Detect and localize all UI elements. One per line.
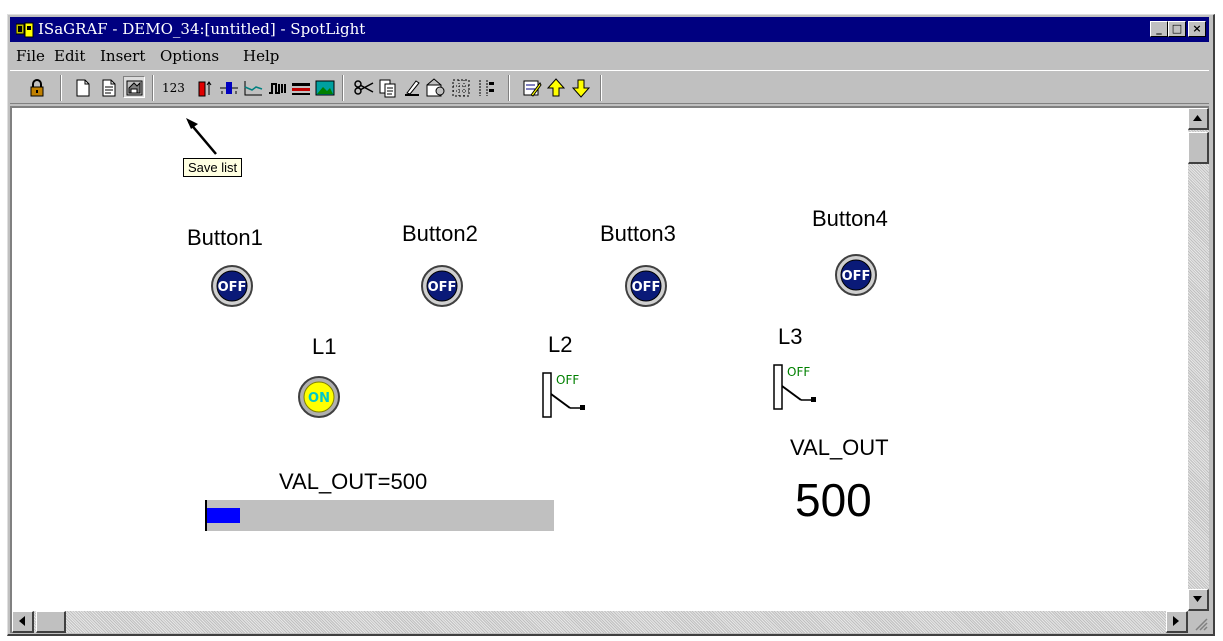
menu-edit[interactable]: Edit <box>54 47 85 65</box>
annotation-arrow <box>186 118 217 155</box>
bitmap-icon[interactable] <box>314 77 336 99</box>
open-list-icon[interactable] <box>98 77 120 99</box>
spotlight-window: ISaGRAF - DEMO_34:[untitled] - SpotLight… <box>7 14 1215 636</box>
button4-label: Button4 <box>812 206 888 231</box>
toolbar-separator <box>60 75 62 101</box>
button1-off[interactable]: OFF <box>210 264 254 308</box>
copy-icon[interactable] <box>377 77 399 99</box>
scroll-up-button[interactable] <box>1188 108 1209 130</box>
button2-state: OFF <box>428 280 457 295</box>
size-grip-icon <box>1195 618 1208 631</box>
toolbar-separator <box>508 75 510 101</box>
paint-icon[interactable] <box>401 77 423 99</box>
minimize-button[interactable]: _ <box>1150 21 1168 37</box>
window-title: ISaGRAF - DEMO_34:[untitled] - SpotLight <box>38 20 366 38</box>
save-list-icon[interactable] <box>123 76 145 98</box>
scroll-down-arrow-icon <box>1193 596 1202 602</box>
button2-label: Button2 <box>402 221 478 246</box>
scroll-right-arrow-icon <box>1173 616 1179 626</box>
app-icon <box>16 22 34 38</box>
val-out-bar <box>205 500 554 531</box>
menu-file[interactable]: File <box>16 47 45 65</box>
title-bar[interactable]: ISaGRAF - DEMO_34:[untitled] - SpotLight… <box>10 17 1209 42</box>
button4-off[interactable]: OFF <box>834 253 878 297</box>
vertical-scroll-thumb[interactable] <box>1188 132 1209 164</box>
digital-icon[interactable] <box>266 77 288 99</box>
maximize-button[interactable]: □ <box>1168 21 1186 37</box>
scroll-left-arrow-icon <box>19 616 25 626</box>
button4-state: OFF <box>842 269 871 284</box>
button1-state: OFF <box>218 280 247 295</box>
close-button[interactable]: × <box>1188 21 1206 37</box>
move-up-icon[interactable] <box>545 77 567 99</box>
slider-icon[interactable] <box>218 77 240 99</box>
properties-icon[interactable] <box>425 77 447 99</box>
new-list-icon[interactable] <box>72 77 94 99</box>
numeric-display-label: 123 <box>162 81 185 95</box>
vertical-scrollbar[interactable] <box>1188 108 1209 611</box>
switch-icon[interactable] <box>290 77 312 99</box>
save-list-tooltip: Save list <box>183 158 243 177</box>
switch-l3[interactable]: OFF <box>771 362 831 414</box>
bar-fill <box>207 508 240 523</box>
scroll-right-button[interactable] <box>1166 611 1188 633</box>
align-icon[interactable] <box>476 77 498 99</box>
lamp-l1: ON <box>298 376 340 418</box>
switch-l2-state: OFF <box>556 373 579 387</box>
button3-off[interactable]: OFF <box>624 264 668 308</box>
menu-insert[interactable]: Insert <box>100 47 145 65</box>
menu-bar: File Edit Insert Options Help <box>10 44 1209 68</box>
edit-variables-icon[interactable] <box>521 77 543 99</box>
lamp-l1-label: L1 <box>312 334 337 359</box>
toolbar-separator <box>152 75 154 101</box>
numeric-label: VAL_OUT <box>790 435 889 460</box>
button3-state: OFF <box>632 280 661 295</box>
cut-icon[interactable] <box>353 77 375 99</box>
toolbar: 123 <box>10 70 1209 104</box>
spotlight-canvas[interactable]: Button1 Button2 Button3 Button4 OFF OFF … <box>10 106 1209 633</box>
move-down-icon[interactable] <box>570 77 592 99</box>
horizontal-scrollbar[interactable] <box>12 611 1188 633</box>
scroll-down-button[interactable] <box>1188 589 1209 611</box>
button2-off[interactable]: OFF <box>420 264 464 308</box>
switch-l3-label: L3 <box>778 324 803 349</box>
scroll-up-arrow-icon <box>1193 115 1202 121</box>
grid-icon[interactable] <box>450 77 472 99</box>
numeric-value: 500 <box>795 474 872 526</box>
numeric-display-icon[interactable]: 123 <box>162 77 190 99</box>
scroll-left-button[interactable] <box>12 611 34 633</box>
toolbar-separator <box>342 75 344 101</box>
switch-l3-state: OFF <box>787 365 810 379</box>
bar-label: VAL_OUT=500 <box>279 469 428 494</box>
switch-l2[interactable]: OFF <box>540 370 600 422</box>
bar-graph-icon[interactable] <box>194 77 216 99</box>
size-grip[interactable] <box>1188 611 1209 633</box>
switch-l2-label: L2 <box>548 332 573 357</box>
toolbar-separator <box>600 75 602 101</box>
lock-icon[interactable] <box>26 77 48 99</box>
menu-help[interactable]: Help <box>243 47 279 65</box>
button1-label: Button1 <box>187 225 263 250</box>
lamp-l1-state: ON <box>308 391 330 406</box>
horizontal-scroll-thumb[interactable] <box>36 611 66 633</box>
trend-icon[interactable] <box>242 77 264 99</box>
button3-label: Button3 <box>600 221 676 246</box>
menu-options[interactable]: Options <box>160 47 219 65</box>
